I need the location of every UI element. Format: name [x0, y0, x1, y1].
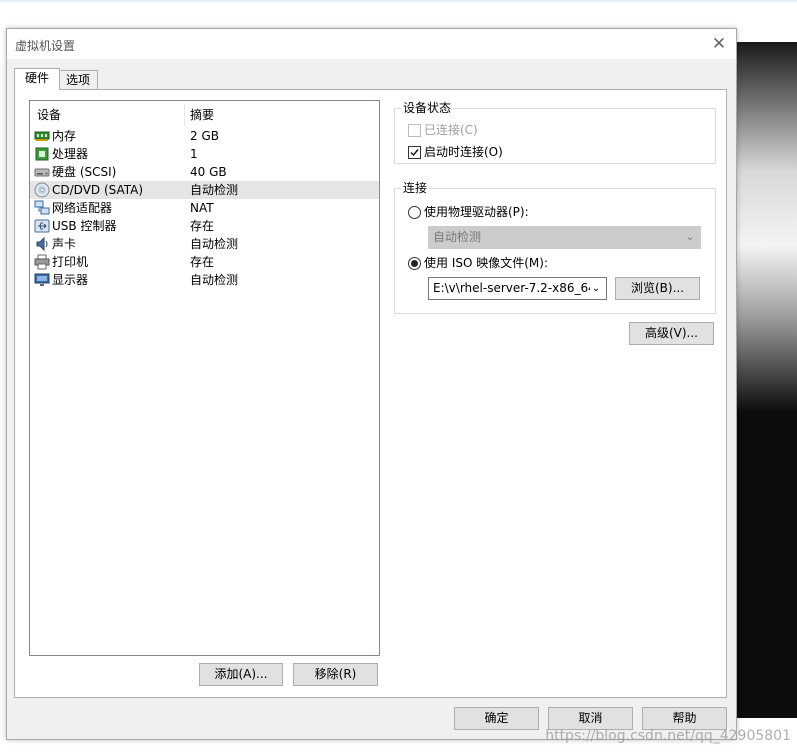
device-row-cd-dvd[interactable]: CD/DVD (SATA) 自动检测: [30, 181, 379, 199]
device-status-group: 设备状态 已连接(C) 启动时连接(O): [394, 101, 716, 164]
title-bar: 虚拟机设置 ✕: [7, 29, 736, 59]
usb-icon: [34, 219, 50, 233]
physical-drive-label: 使用物理驱动器(P):: [424, 205, 529, 219]
cd-dvd-icon: [34, 182, 50, 198]
device-name: USB 控制器: [52, 219, 117, 233]
top-strip: [0, 0, 797, 2]
tab-hardware[interactable]: 硬件: [14, 68, 60, 90]
connected-label: 已连接(C): [424, 123, 478, 137]
device-name: CD/DVD (SATA): [52, 183, 144, 197]
desktop: 虚拟机设置 ✕ 硬件 选项 设备 摘要 内存 2 GB 处理器 1 硬盘 (SC…: [0, 0, 797, 754]
device-row-usb-controller[interactable]: USB 控制器 存在: [30, 217, 379, 235]
device-row-processor[interactable]: 处理器 1: [30, 145, 379, 163]
iso-image-radio[interactable]: [408, 257, 421, 270]
connect-at-power-on-checkbox[interactable]: [408, 146, 421, 159]
device-summary: 自动检测: [190, 183, 239, 197]
device-summary: 40 GB: [190, 165, 227, 179]
device-name: 打印机: [52, 255, 89, 269]
remove-button[interactable]: 移除(R): [293, 663, 378, 686]
device-summary: 自动检测: [190, 273, 239, 287]
add-button[interactable]: 添加(A)...: [199, 663, 283, 686]
device-summary: NAT: [190, 201, 214, 215]
device-summary: 存在: [190, 255, 215, 269]
tab-options[interactable]: 选项: [58, 70, 98, 90]
device-name: 处理器: [52, 147, 89, 161]
column-separator: [184, 104, 185, 126]
device-summary: 自动检测: [190, 237, 239, 251]
memory-icon: [34, 131, 50, 141]
background-highlight: [734, 42, 797, 412]
device-name: 内存: [52, 129, 77, 143]
physical-drive-value: 自动检测: [433, 230, 482, 244]
device-name: 声卡: [52, 237, 77, 251]
device-name: 显示器: [52, 273, 89, 287]
ok-button[interactable]: 确定: [454, 707, 539, 730]
connected-checkbox[interactable]: [408, 124, 421, 137]
iso-path-value: E:\v\rhel-server-7.2-x86_64-: [433, 281, 601, 295]
device-summary: 存在: [190, 219, 215, 233]
connect-at-power-on-label: 启动时连接(O): [424, 145, 503, 159]
advanced-button[interactable]: 高级(V)...: [629, 322, 714, 345]
connection-title: 连接: [401, 181, 430, 195]
device-row-sound-card[interactable]: 声卡 自动检测: [30, 235, 379, 253]
iso-image-label: 使用 ISO 映像文件(M):: [424, 256, 548, 270]
physical-drive-select[interactable]: 自动检测 ⌄: [428, 226, 701, 249]
hard-disk-icon: [34, 168, 50, 177]
device-row-display[interactable]: 显示器 自动检测: [30, 271, 379, 289]
printer-icon: [34, 254, 50, 270]
device-name: 网络适配器: [52, 201, 113, 215]
help-button[interactable]: 帮助: [642, 707, 727, 730]
device-row-network-adapter[interactable]: 网络适配器 NAT: [30, 199, 379, 217]
checkmark-icon: [410, 149, 419, 157]
chevron-down-icon: ⌄: [685, 232, 695, 243]
sound-card-icon: [36, 236, 48, 252]
processor-icon: [35, 147, 49, 161]
device-summary: 1: [190, 147, 198, 161]
device-summary: 2 GB: [190, 129, 219, 143]
cancel-button[interactable]: 取消: [548, 707, 633, 730]
radio-selected-dot: [411, 260, 418, 267]
column-header-summary[interactable]: 摘要: [190, 107, 214, 123]
device-row-memory[interactable]: 内存 2 GB: [30, 127, 379, 145]
device-list[interactable]: 设备 摘要 内存 2 GB 处理器 1 硬盘 (SCSI) 40 GB CD/D…: [29, 100, 380, 656]
iso-path-combobox[interactable]: E:\v\rhel-server-7.2-x86_64- ⌄: [428, 277, 607, 300]
display-icon: [34, 273, 50, 286]
connection-group: 连接 使用物理驱动器(P): 自动检测 ⌄ 使用 ISO 映像文件(M): E:…: [394, 181, 716, 314]
network-adapter-icon: [34, 200, 50, 215]
dialog-title: 虚拟机设置: [15, 39, 76, 53]
close-icon[interactable]: ✕: [710, 35, 728, 53]
chevron-down-icon: ⌄: [590, 278, 602, 299]
physical-drive-radio[interactable]: [408, 206, 421, 219]
hardware-panel: 设备 摘要 内存 2 GB 处理器 1 硬盘 (SCSI) 40 GB CD/D…: [14, 89, 727, 698]
device-row-printer[interactable]: 打印机 存在: [30, 253, 379, 271]
device-row-hard-disk[interactable]: 硬盘 (SCSI) 40 GB: [30, 163, 379, 181]
watermark: https://blog.csdn.net/qq_42905801: [545, 728, 791, 744]
browse-button[interactable]: 浏览(B)...: [615, 277, 700, 300]
background-window: [734, 42, 797, 718]
device-name: 硬盘 (SCSI): [52, 165, 117, 179]
device-status-title: 设备状态: [401, 101, 454, 115]
column-header-device[interactable]: 设备: [37, 107, 61, 123]
vm-settings-dialog: 虚拟机设置 ✕ 硬件 选项 设备 摘要 内存 2 GB 处理器 1 硬盘 (SC…: [6, 28, 737, 740]
